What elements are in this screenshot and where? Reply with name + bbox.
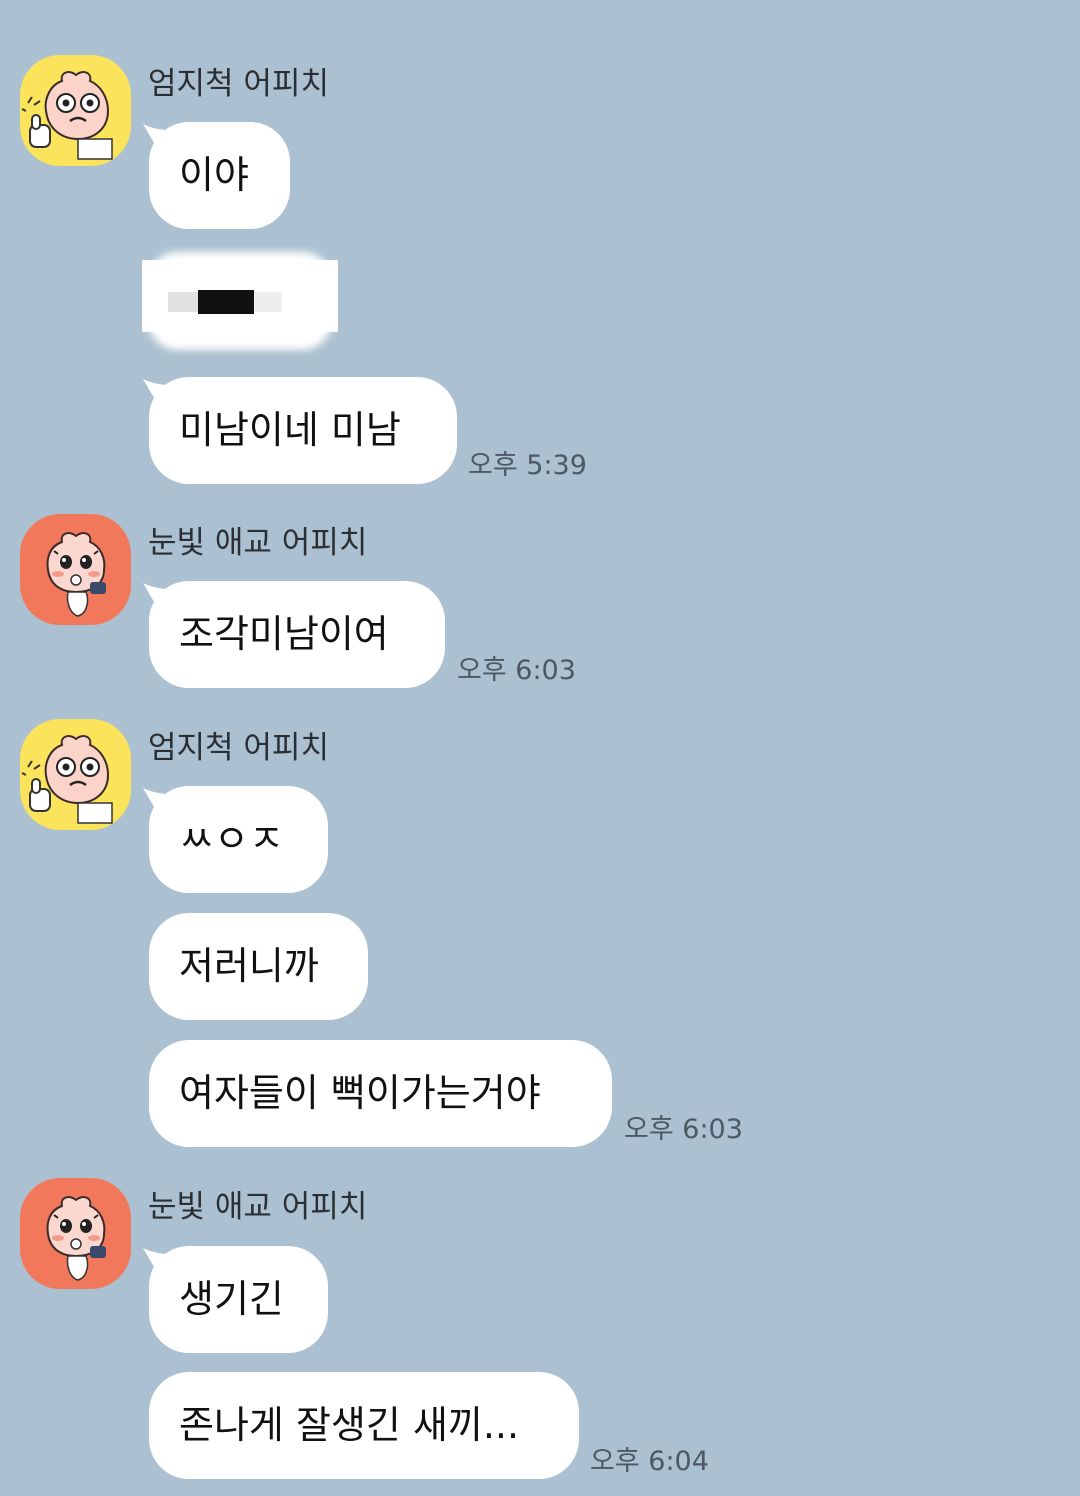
apeach-thumbs-up-icon [20,719,131,830]
sender-avatar[interactable] [20,55,131,166]
sender-avatar[interactable] [20,1178,131,1289]
message-bubble[interactable]: ㅆㅇㅈ [149,786,328,893]
apeach-thumbs-up-icon [20,55,131,166]
sender-avatar[interactable] [20,719,131,830]
message-bubble[interactable]: 조각미남이여 [149,581,445,688]
sender-name: 엄지척 어피치 [148,66,329,102]
message-bubble[interactable]: 여자들이 뻑이가는거야 [149,1040,612,1147]
message-time: 오후 5:39 [468,450,587,481]
message-time: 오후 6:03 [624,1114,743,1145]
message-time: 오후 6:04 [590,1446,709,1477]
apeach-wink-icon [20,1178,131,1289]
message-bubble[interactable]: 이야 [149,122,290,229]
message-bubble[interactable]: 생기긴 [149,1246,328,1353]
message-bubble[interactable]: 미남이네 미남 [149,377,457,484]
sender-avatar[interactable] [20,514,131,625]
apeach-wink-icon [20,514,131,625]
censored-image[interactable] [142,246,338,356]
sender-name: 엄지척 어피치 [148,730,329,766]
sender-name: 눈빛 애교 어피치 [148,525,368,561]
message-time: 오후 6:03 [457,655,576,686]
message-bubble[interactable]: 저러니까 [149,913,368,1020]
message-bubble[interactable]: 존나게 잘생긴 새끼... [149,1372,579,1479]
sender-name: 눈빛 애교 어피치 [148,1189,368,1225]
